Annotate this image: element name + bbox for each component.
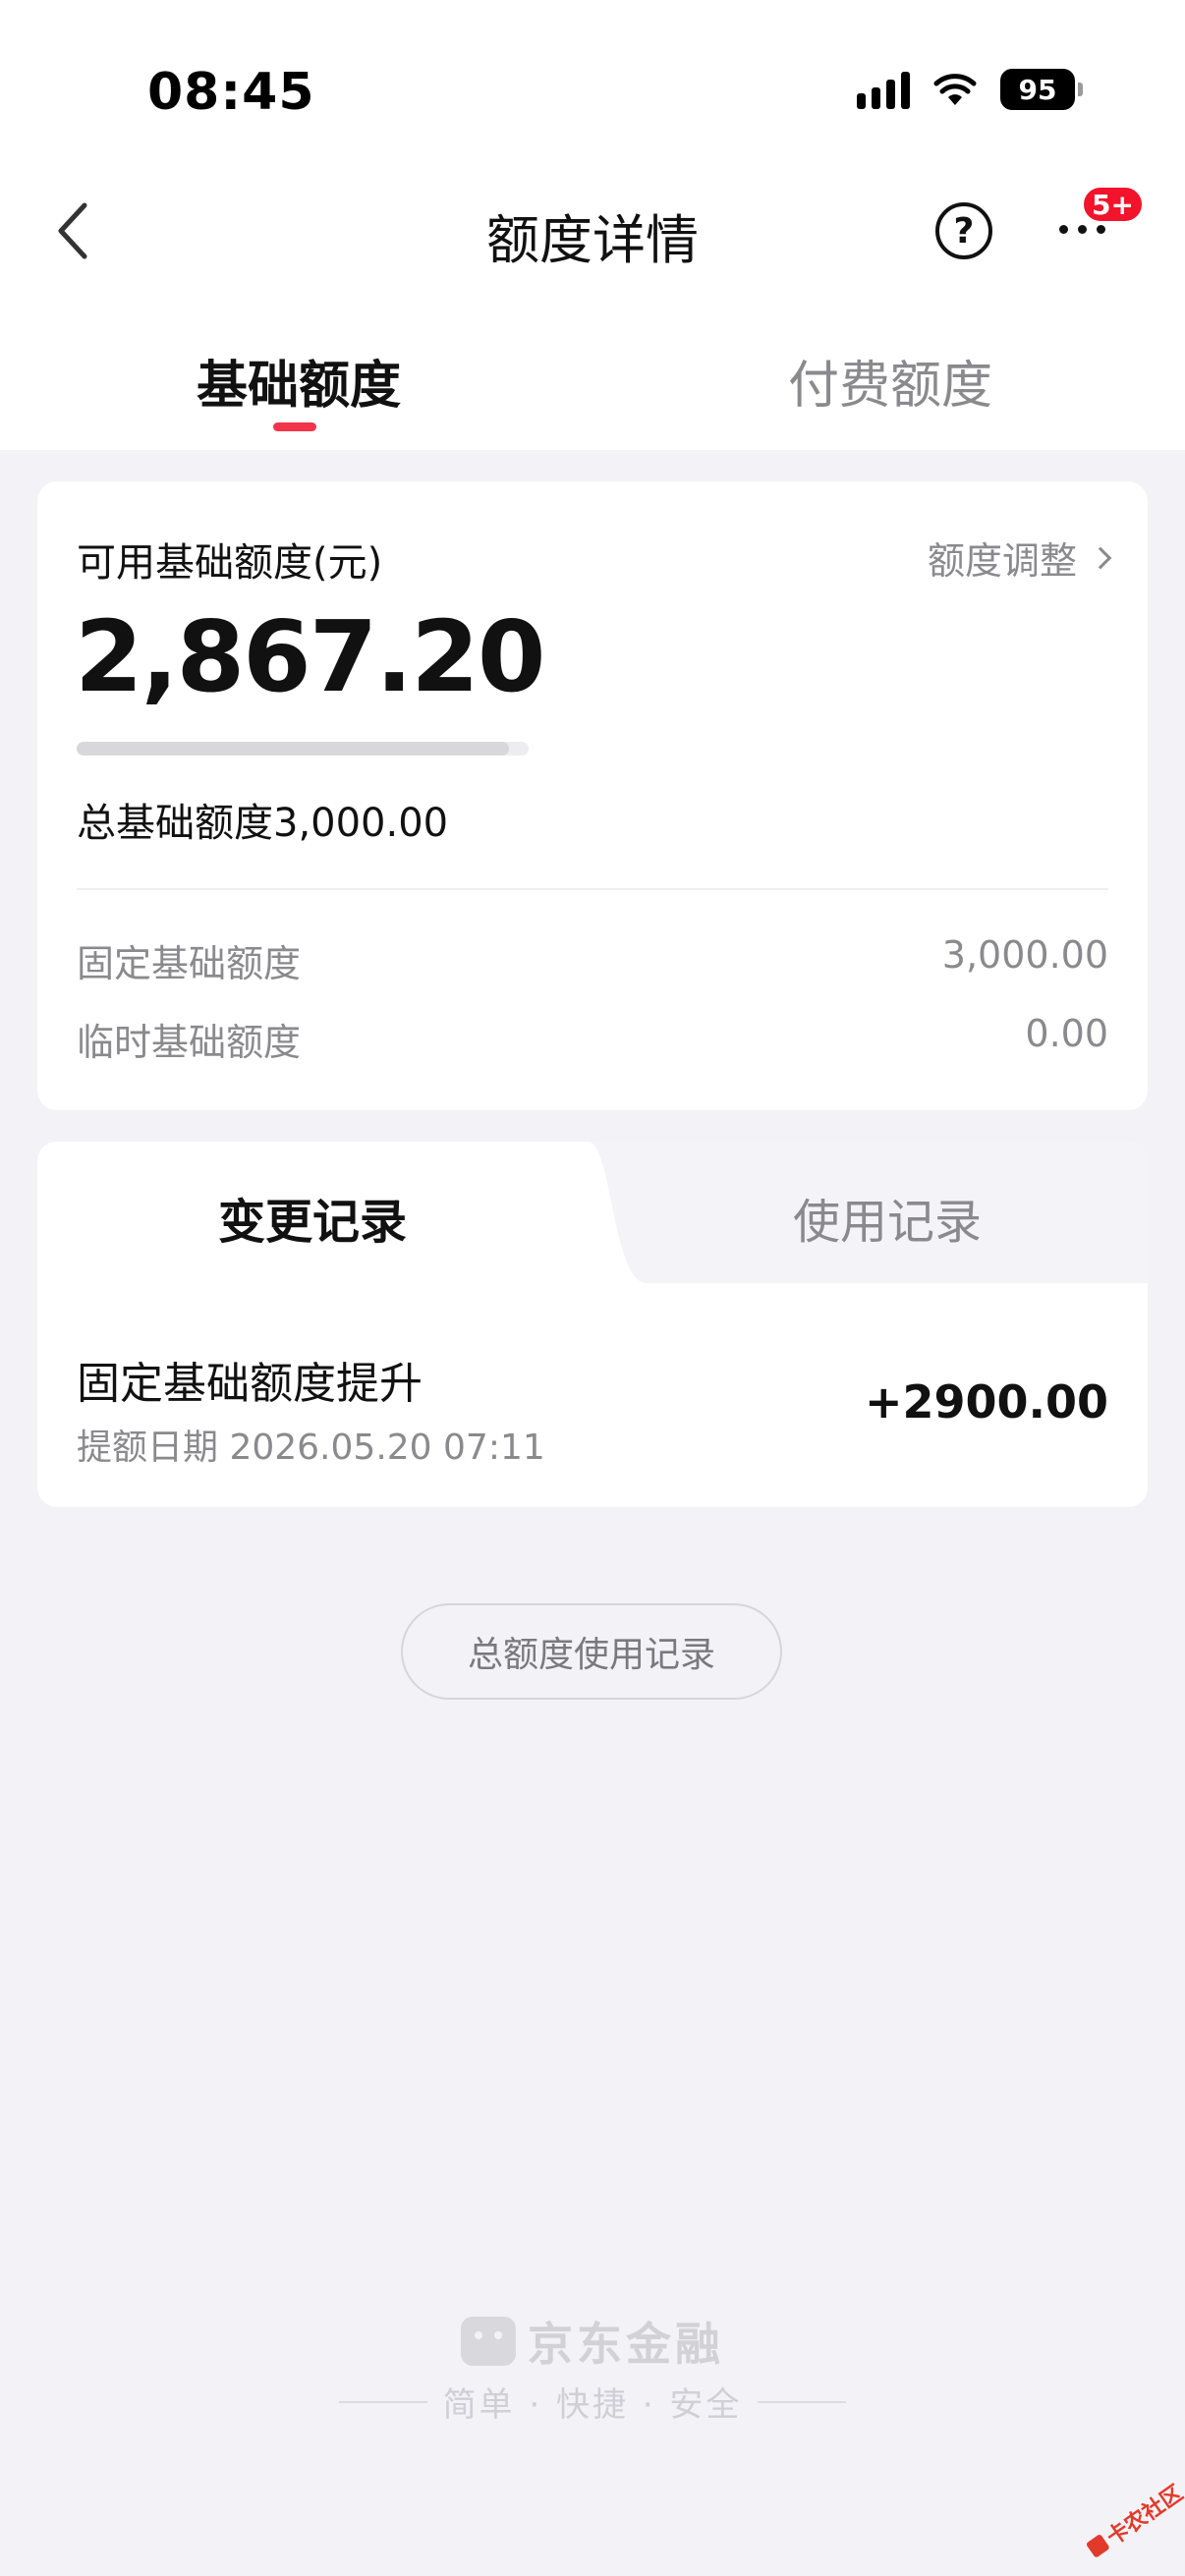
- temporary-quota-value: 0.00: [1025, 1012, 1108, 1055]
- more-dot-icon: [1096, 224, 1105, 234]
- watermark: 卡农社区: [1077, 2469, 1185, 2571]
- quota-progress-fill: [77, 742, 509, 756]
- battery-level: 95: [1000, 69, 1075, 110]
- status-time: 08:45: [147, 63, 315, 122]
- battery-icon: 95: [1000, 69, 1083, 110]
- brand-name: 京东金融: [528, 2318, 724, 2371]
- total-usage-records-button[interactable]: 总额度使用记录: [401, 1603, 782, 1700]
- brand-footer: 京东金融: [0, 2309, 1185, 2374]
- tab-change-records[interactable]: 变更记录: [37, 1183, 588, 1252]
- divider: [758, 2400, 847, 2403]
- available-quota-label: 可用基础额度(元): [77, 540, 383, 586]
- record-date: 提额日期 2026.05.20 07:11: [77, 1428, 545, 1468]
- fixed-quota-label: 固定基础额度: [77, 942, 302, 985]
- divider: [338, 2400, 427, 2403]
- jd-finance-logo-icon: [461, 2317, 516, 2366]
- total-quota-text: 总基础额度3,000.00: [77, 801, 449, 846]
- fixed-quota-value: 3,000.00: [941, 933, 1108, 977]
- help-button[interactable]: ?: [935, 202, 992, 259]
- quota-summary-card: 可用基础额度(元) 额度调整 2,867.20 总基础额度3,000.00 固定…: [37, 481, 1148, 1110]
- status-icons: 95: [857, 69, 1083, 110]
- slogan-text: 简单 · 快捷 · 安全: [442, 2385, 743, 2425]
- temporary-quota-label: 临时基础额度: [77, 1021, 302, 1064]
- more-dot-icon: [1058, 224, 1068, 234]
- notification-badge: 5+: [1081, 185, 1145, 224]
- wifi-icon: [933, 74, 977, 105]
- quota-progress-bar: [77, 742, 529, 756]
- quota-adjust-link[interactable]: 额度调整: [927, 531, 1112, 585]
- tab-basic-quota[interactable]: 基础额度: [197, 344, 401, 418]
- watermark-text: 卡农社区: [1102, 2481, 1185, 2551]
- divider: [77, 888, 1108, 890]
- quota-adjust-label: 额度调整: [927, 539, 1077, 583]
- available-quota-amount: 2,867.20: [75, 599, 545, 714]
- chevron-right-icon: [1089, 546, 1112, 569]
- cellular-signal-icon: [857, 70, 910, 109]
- more-dot-icon: [1077, 224, 1087, 234]
- records-card: 变更记录 使用记录 固定基础额度提升 提额日期 2026.05.20 07:11…: [37, 1142, 1148, 1507]
- record-amount: +2900.00: [864, 1375, 1108, 1428]
- brand-slogan: 简单 · 快捷 · 安全: [0, 2378, 1185, 2426]
- tab-active-indicator: [273, 422, 316, 431]
- record-title: 固定基础额度提升: [77, 1359, 423, 1409]
- tab-usage-records[interactable]: 使用记录: [627, 1183, 1148, 1252]
- page-title: 额度详情: [486, 209, 699, 271]
- tab-paid-quota[interactable]: 付费额度: [788, 344, 992, 418]
